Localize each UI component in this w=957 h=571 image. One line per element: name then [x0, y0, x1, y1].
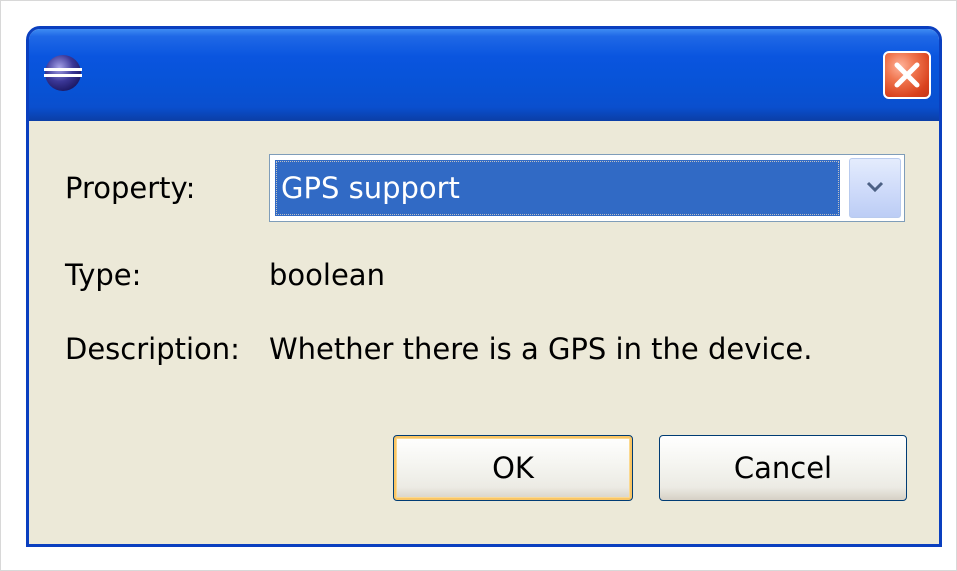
cancel-button[interactable]: Cancel	[659, 435, 907, 501]
description-label: Description:	[65, 332, 240, 366]
property-label: Property:	[65, 171, 196, 205]
title-bar[interactable]	[29, 29, 939, 121]
description-value: Whether there is a GPS in the device.	[269, 332, 813, 366]
dialog-content: Property: GPS support Type: boolean Desc…	[29, 121, 939, 544]
property-dialog: Property: GPS support Type: boolean Desc…	[26, 26, 942, 547]
eclipse-icon	[43, 53, 83, 93]
close-icon	[892, 60, 922, 90]
property-selected-value[interactable]: GPS support	[275, 160, 840, 216]
close-button[interactable]	[883, 51, 931, 99]
chevron-down-icon	[865, 179, 885, 198]
property-combo[interactable]: GPS support	[269, 154, 905, 222]
ok-button[interactable]: OK	[393, 435, 633, 501]
type-value: boolean	[269, 258, 385, 292]
property-dropdown-button[interactable]	[849, 158, 901, 218]
type-label: Type:	[65, 258, 142, 292]
